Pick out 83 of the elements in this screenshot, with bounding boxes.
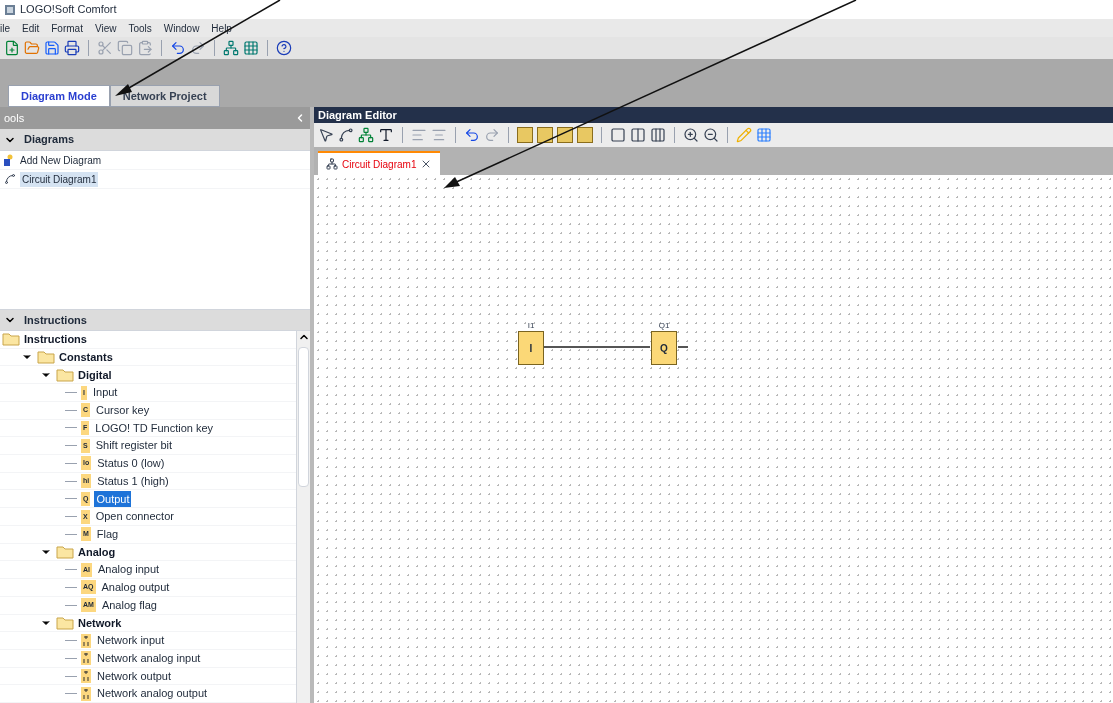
block-name: I1 [527, 321, 535, 331]
single-view-icon[interactable] [610, 127, 626, 143]
split-view-icon[interactable] [630, 127, 646, 143]
tree-item[interactable]: Analog output [99, 579, 172, 596]
section-title: Diagrams [24, 132, 75, 148]
diagram-item[interactable]: Circuit Diagram1 [20, 171, 99, 187]
panel-title: ools [4, 110, 25, 126]
output-block[interactable]: Q [651, 331, 677, 365]
section-header[interactable]: Diagrams [0, 129, 310, 151]
menu-item[interactable]: Format [51, 20, 83, 36]
triple-view-icon[interactable] [650, 127, 666, 143]
menu-item[interactable]: Tools [128, 20, 152, 36]
pointer-icon[interactable] [318, 127, 334, 143]
section-header[interactable]: Instructions [0, 309, 310, 331]
zoom-in-icon[interactable] [683, 127, 699, 143]
printer-icon[interactable] [64, 40, 80, 56]
new-file-icon[interactable] [4, 40, 20, 56]
undo-icon[interactable] [170, 40, 186, 56]
menu-item[interactable]: Window [163, 20, 200, 36]
tree-item[interactable]: Status 1 (high) [95, 472, 171, 490]
text-icon[interactable] [378, 127, 394, 143]
folder-icon [56, 545, 74, 559]
function-block-icon[interactable] [537, 127, 553, 143]
tree-item[interactable]: Network analog input [95, 650, 203, 667]
scroll-thumb[interactable] [298, 347, 309, 487]
tree-folder[interactable]: Analog [78, 543, 116, 561]
network-icon[interactable] [223, 40, 239, 56]
folder-icon[interactable] [24, 40, 40, 56]
tree-folder[interactable]: Digital [78, 366, 112, 384]
menu-item[interactable]: View [94, 20, 117, 36]
network-block-icon [81, 633, 91, 648]
menu-item[interactable]: ile [0, 20, 10, 36]
block-symbol: Q [660, 341, 668, 356]
window-title: LOGO!Soft Comfort [20, 2, 117, 18]
tree-item[interactable]: Shift register bit [93, 437, 175, 454]
tree-root-row[interactable]: Instructions [0, 331, 296, 349]
diagram-item[interactable]: Add New Diagram [18, 152, 104, 168]
folder-icon [37, 350, 55, 365]
add-diagram-icon [4, 154, 14, 166]
tree-item[interactable]: LOGO! TD Function key [93, 419, 216, 437]
output-stub [678, 345, 688, 349]
grid-icon[interactable] [243, 40, 259, 56]
tree-item[interactable]: Network analog output [95, 685, 210, 702]
help-icon[interactable] [276, 40, 292, 56]
menu-item[interactable]: Edit [22, 20, 40, 36]
tree-item[interactable]: Status 0 (low) [95, 455, 167, 472]
tree-item[interactable]: Analog input [96, 561, 162, 578]
tree-item[interactable]: Analog flag [99, 596, 159, 614]
app-icon [4, 3, 16, 16]
mode-tab[interactable]: Diagram Mode [8, 85, 110, 107]
connector-icon[interactable] [338, 127, 354, 143]
section-title: Instructions [24, 312, 87, 328]
tree-item[interactable]: Cursor key [94, 402, 152, 419]
input-block[interactable]: I [518, 331, 544, 365]
tree-folder[interactable]: Constants [59, 348, 113, 366]
tree-folder[interactable]: Instructions [24, 331, 87, 348]
tree-item[interactable]: Network input [95, 632, 167, 649]
network-block-icon [81, 669, 91, 683]
block-name: Q1 [658, 321, 670, 331]
grid-icon[interactable] [756, 127, 772, 143]
mode-tab[interactable]: Network Project [109, 85, 220, 107]
editor-title: Diagram Editor [318, 107, 397, 123]
scrollbar[interactable] [296, 331, 310, 703]
tree-item[interactable]: Flag [94, 526, 121, 543]
tree-item[interactable]: Open connector [93, 508, 176, 525]
tree-item[interactable]: Input [90, 384, 120, 401]
tree-item[interactable]: Output [94, 490, 132, 508]
folder-icon [56, 367, 74, 382]
diagram-icon [326, 158, 338, 170]
folder-icon [56, 615, 74, 630]
block-symbol: I [529, 341, 533, 356]
network-block-icon [81, 686, 91, 701]
tree-item[interactable]: Network output [95, 667, 173, 685]
save-icon[interactable] [44, 40, 60, 56]
diagram-icon [4, 173, 16, 185]
undo-icon[interactable] [464, 127, 480, 143]
tab-label: Circuit Diagram1 [342, 157, 417, 172]
redo-icon[interactable] [190, 40, 206, 56]
network-block-icon [81, 651, 91, 666]
diagram-tab[interactable]: Circuit Diagram1 [318, 151, 441, 175]
tree-folder[interactable]: Network [78, 614, 122, 632]
zoom-out-icon[interactable] [703, 127, 719, 143]
menu-item[interactable]: Help [211, 20, 232, 36]
